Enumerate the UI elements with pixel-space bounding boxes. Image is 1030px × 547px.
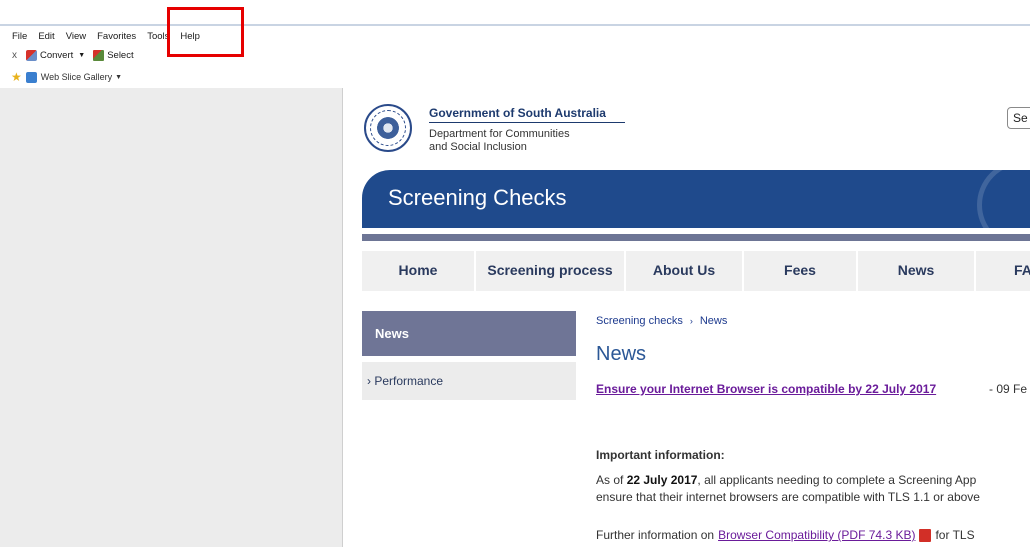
menu-file[interactable]: File [12,30,27,44]
page-title: News [596,343,647,365]
convert-button[interactable]: Convert [40,50,73,61]
breadcrumb: Screening checks › News [596,315,727,327]
menu-favorites[interactable]: Favorites [97,30,136,44]
browser-compat-pdf-link[interactable]: Browser Compatibility (PDF 74.3 KB) [718,528,915,542]
nav-screening-process[interactable]: Screening process [476,251,626,291]
nav-fees[interactable]: Fees [744,251,858,291]
select-button[interactable]: Select [107,50,133,61]
important-label: Important information: [596,448,725,462]
command-bar: x Convert ▼ Select [12,48,134,62]
para-date: 22 July 2017 [626,473,698,487]
nav-news[interactable]: News [858,251,976,291]
select-icon [93,49,105,61]
search-input[interactable]: Se [1007,107,1030,129]
left-panel [0,88,343,547]
article-date: - 09 Fe [989,382,1028,396]
header-rule [429,122,625,123]
para-line2: ensure that their internet browsers are … [596,490,980,504]
web-slice-icon [25,71,37,83]
chevron-down-icon[interactable]: ▼ [78,52,85,59]
menu-edit[interactable]: Edit [38,30,54,44]
close-icon[interactable]: x [12,50,17,61]
annotation-highlight-box [167,7,244,57]
favorites-bar: ★ Web Slice Gallery ▼ [11,70,122,84]
para-line1-rest: , all applicants needing to complete a S… [697,473,977,487]
nav-about-us[interactable]: About Us [626,251,744,291]
chevron-down-icon[interactable]: ▼ [115,74,122,81]
page-banner: Screening Checks [362,160,1030,250]
article-link[interactable]: Ensure your Internet Browser is compatib… [596,382,936,396]
pdf-icon [919,528,932,542]
government-name: Government of South Australia [429,106,606,120]
main-nav: Home Screening process About Us Fees New… [362,251,1030,291]
convert-icon [26,49,37,61]
sidenav-news-active[interactable]: News [362,311,576,356]
web-slice-gallery-link[interactable]: Web Slice Gallery [41,72,112,82]
breadcrumb-screening-checks[interactable]: Screening checks [596,315,683,327]
breadcrumb-news[interactable]: News [700,315,728,327]
department-line-2: and Social Inclusion [429,141,527,153]
further-prefix: Further information on [596,528,715,542]
seal-emblem [377,117,399,139]
nav-faq[interactable]: FA [976,251,1030,291]
department-line-1: Department for Communities [429,128,570,140]
banner-stripe [362,234,1030,241]
further-suffix: for TLS [935,528,975,542]
favorites-star-icon[interactable]: ★ [11,70,22,84]
chrome-divider [0,24,1030,26]
breadcrumb-separator: › [689,316,693,326]
government-seal-logo[interactable] [364,104,412,152]
nav-home[interactable]: Home [362,251,476,291]
further-info: Further information on Browser Compatibi… [596,528,975,542]
sidenav-item-performance[interactable]: › Performance [362,362,576,400]
site-title: Screening Checks [388,185,567,210]
para-prefix: As of [596,473,627,487]
info-paragraph: As of 22 July 2017, all applicants needi… [596,472,1030,506]
menu-view[interactable]: View [66,30,86,44]
web-page: Government of South Australia Department… [344,88,1030,547]
browser-chrome: File Edit View Favorites Tools Help x Co… [0,0,1030,88]
